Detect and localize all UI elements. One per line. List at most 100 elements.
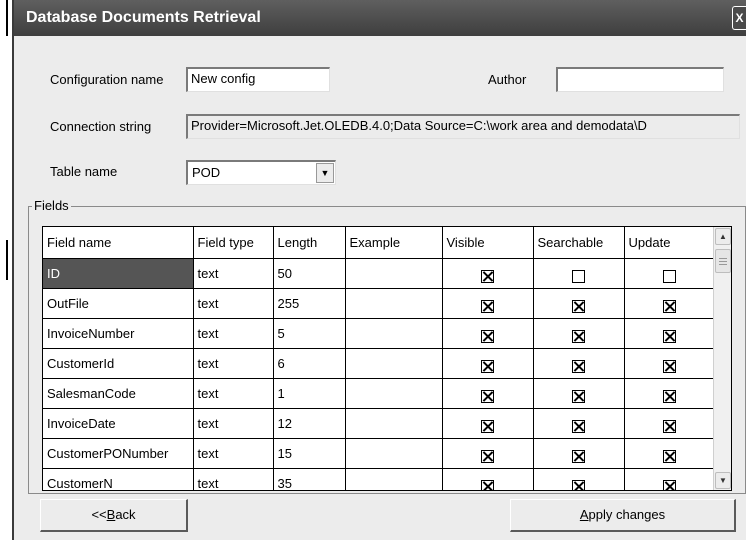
searchable-checkbox[interactable] [572, 359, 585, 373]
example-cell[interactable] [345, 408, 443, 439]
table-row[interactable]: OutFile text 255 [43, 288, 715, 319]
visible-checkbox[interactable] [481, 389, 494, 403]
field-name-cell[interactable]: SalesmanCode [43, 378, 194, 409]
table-name-value: POD [192, 165, 221, 180]
apply-changes-button[interactable]: Apply changes [510, 499, 736, 532]
length-cell[interactable]: 6 [273, 348, 346, 379]
scroll-down-icon[interactable]: ▼ [715, 472, 731, 489]
back-button-prefix: << [91, 507, 107, 522]
fields-table: Field name Field type Length Example Vis… [43, 227, 715, 490]
searchable-cell [533, 438, 625, 469]
length-cell[interactable]: 12 [273, 408, 346, 439]
length-cell[interactable]: 255 [273, 288, 346, 319]
field-type-cell[interactable]: text [193, 318, 274, 349]
field-type-cell[interactable]: text [193, 288, 274, 319]
length-cell[interactable]: 5 [273, 318, 346, 349]
example-cell[interactable] [345, 438, 443, 469]
length-cell[interactable]: 35 [273, 468, 346, 490]
dialog-content: Configuration name New config Author Con… [14, 36, 746, 540]
visible-checkbox[interactable] [481, 359, 494, 373]
back-button-mnemonic: B [106, 507, 116, 522]
searchable-checkbox[interactable] [572, 389, 585, 403]
field-type-cell[interactable]: text [193, 438, 274, 469]
column-header-searchable[interactable]: Searchable [533, 227, 625, 259]
apply-button-mnemonic: A [579, 507, 589, 522]
field-type-cell[interactable]: text [193, 468, 274, 490]
example-cell[interactable] [345, 468, 443, 490]
visible-checkbox[interactable] [481, 419, 494, 433]
table-row[interactable]: CustomerId text 6 [43, 348, 715, 379]
length-cell[interactable]: 50 [273, 258, 346, 289]
searchable-checkbox[interactable] [572, 449, 585, 463]
field-type-cell[interactable]: text [193, 348, 274, 379]
update-cell [624, 378, 715, 409]
column-header-example[interactable]: Example [345, 227, 443, 259]
visible-cell [442, 408, 534, 439]
example-cell[interactable] [345, 288, 443, 319]
field-type-cell[interactable]: text [193, 258, 274, 289]
visible-checkbox[interactable] [481, 269, 494, 283]
fields-grid[interactable]: Field name Field type Length Example Vis… [42, 226, 732, 491]
table-name-label: Table name [50, 164, 118, 179]
close-button[interactable]: X [732, 6, 746, 30]
field-name-cell[interactable]: CustomerPONumber [43, 438, 194, 469]
field-name-cell[interactable]: ID [43, 258, 194, 289]
searchable-checkbox[interactable] [572, 329, 585, 343]
update-checkbox[interactable] [662, 299, 676, 313]
back-button-rest: ack [115, 507, 136, 522]
update-checkbox[interactable] [662, 329, 676, 343]
length-cell[interactable]: 1 [273, 378, 346, 409]
background-edge-mark [6, 240, 8, 280]
searchable-checkbox[interactable] [572, 269, 585, 283]
table-row[interactable]: InvoiceDate text 12 [43, 408, 715, 439]
table-row[interactable]: CustomerN text 35 [43, 468, 715, 490]
field-name-cell[interactable]: InvoiceDate [43, 408, 194, 439]
field-name-cell[interactable]: OutFile [43, 288, 194, 319]
connection-string-input[interactable]: Provider=Microsoft.Jet.OLEDB.4.0;Data So… [186, 114, 740, 139]
close-icon: X [735, 11, 744, 25]
example-cell[interactable] [345, 348, 443, 379]
visible-checkbox[interactable] [481, 479, 494, 490]
back-button[interactable]: <<Back [40, 499, 188, 532]
visible-checkbox[interactable] [481, 329, 494, 343]
scrollbar-thumb[interactable] [715, 249, 731, 273]
update-checkbox[interactable] [662, 389, 676, 403]
field-name-cell[interactable]: InvoiceNumber [43, 318, 194, 349]
column-header-visible[interactable]: Visible [442, 227, 534, 259]
column-header-field-type[interactable]: Field type [193, 227, 274, 259]
field-name-cell[interactable]: CustomerN [43, 468, 194, 490]
example-cell[interactable] [345, 318, 443, 349]
chevron-down-icon[interactable]: ▼ [316, 163, 334, 183]
example-cell[interactable] [345, 378, 443, 409]
field-type-cell[interactable]: text [193, 378, 274, 409]
update-checkbox[interactable] [662, 359, 676, 373]
scroll-up-icon[interactable]: ▲ [715, 228, 731, 245]
table-row[interactable]: CustomerPONumber text 15 [43, 438, 715, 469]
update-checkbox[interactable] [662, 269, 676, 283]
visible-checkbox[interactable] [481, 449, 494, 463]
connection-string-label: Connection string [50, 119, 152, 134]
table-name-select[interactable]: POD ▼ [186, 160, 336, 185]
update-cell [624, 258, 715, 289]
update-checkbox[interactable] [662, 449, 676, 463]
table-row[interactable]: ID text 50 [43, 258, 715, 289]
author-input[interactable] [556, 67, 724, 92]
visible-cell [442, 318, 534, 349]
searchable-checkbox[interactable] [572, 299, 585, 313]
length-cell[interactable]: 15 [273, 438, 346, 469]
field-name-cell[interactable]: CustomerId [43, 348, 194, 379]
searchable-checkbox[interactable] [572, 479, 585, 490]
table-row[interactable]: SalesmanCode text 1 [43, 378, 715, 409]
update-checkbox[interactable] [662, 419, 676, 433]
grid-vertical-scrollbar[interactable]: ▲ ▼ [713, 227, 731, 490]
update-checkbox[interactable] [662, 479, 676, 490]
column-header-field-name[interactable]: Field name [43, 227, 194, 259]
config-name-input[interactable]: New config [186, 67, 330, 92]
visible-checkbox[interactable] [481, 299, 494, 313]
column-header-length[interactable]: Length [273, 227, 346, 259]
column-header-update[interactable]: Update [624, 227, 715, 259]
table-row[interactable]: InvoiceNumber text 5 [43, 318, 715, 349]
field-type-cell[interactable]: text [193, 408, 274, 439]
example-cell[interactable] [345, 258, 443, 289]
searchable-checkbox[interactable] [572, 419, 585, 433]
